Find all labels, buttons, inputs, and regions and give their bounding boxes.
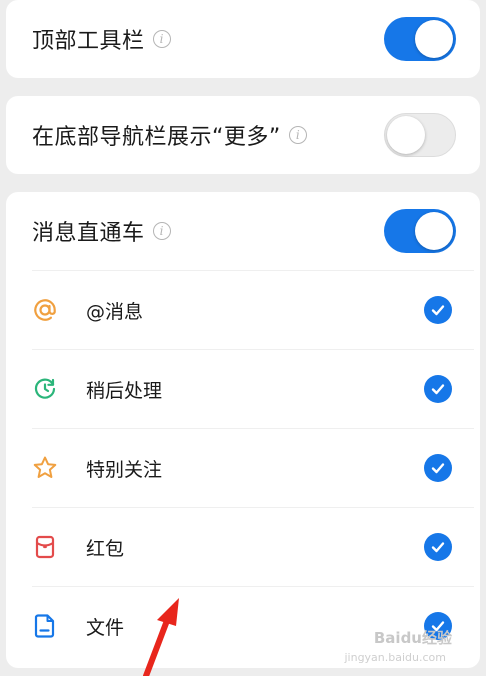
watermark-url: jingyan.baidu.com bbox=[344, 651, 446, 664]
list-item-label: @消息 bbox=[86, 300, 144, 323]
message-express-toggle[interactable] bbox=[384, 209, 456, 253]
top-toolbar-label: 顶部工具栏 bbox=[32, 29, 145, 54]
star-icon bbox=[33, 456, 57, 478]
list-item-at-message[interactable]: @消息 bbox=[6, 271, 480, 349]
clock-later-icon bbox=[34, 378, 56, 399]
info-icon[interactable]: i bbox=[288, 126, 307, 144]
check-icon[interactable] bbox=[424, 296, 452, 324]
info-icon[interactable]: i bbox=[152, 222, 171, 240]
red-envelope-icon bbox=[35, 535, 55, 559]
top-toolbar-card: 顶部工具栏 i bbox=[6, 0, 480, 78]
bottom-nav-more-label: 在底部导航栏展示“更多” bbox=[32, 125, 281, 150]
check-icon[interactable] bbox=[424, 533, 452, 561]
toggle-knob bbox=[415, 212, 453, 250]
at-icon bbox=[34, 299, 56, 321]
list-item-label: 红包 bbox=[86, 537, 125, 560]
list-item-label: 特别关注 bbox=[86, 458, 163, 481]
check-icon[interactable] bbox=[424, 375, 452, 403]
message-express-label: 消息直通车 bbox=[32, 221, 145, 246]
message-express-card: 消息直通车 i @消息 稍后处理 特别关注 红包 文件 bbox=[6, 192, 480, 668]
toggle-knob bbox=[415, 20, 453, 58]
file-icon bbox=[34, 614, 55, 638]
watermark-logo: Baidu经验 bbox=[373, 629, 452, 647]
toggle-knob bbox=[387, 116, 425, 154]
list-item-label: 稍后处理 bbox=[86, 379, 163, 402]
list-item-process-later[interactable]: 稍后处理 bbox=[6, 350, 480, 428]
list-item-special-follow[interactable]: 特别关注 bbox=[6, 429, 480, 507]
list-item-label: 文件 bbox=[86, 616, 125, 639]
check-icon[interactable] bbox=[424, 454, 452, 482]
top-toolbar-toggle[interactable] bbox=[384, 17, 456, 61]
bottom-nav-more-toggle[interactable] bbox=[384, 113, 456, 157]
bottom-nav-more-card: 在底部导航栏展示“更多” i bbox=[6, 96, 480, 174]
list-item-red-envelope[interactable]: 红包 bbox=[6, 508, 480, 586]
info-icon[interactable]: i bbox=[152, 30, 171, 48]
